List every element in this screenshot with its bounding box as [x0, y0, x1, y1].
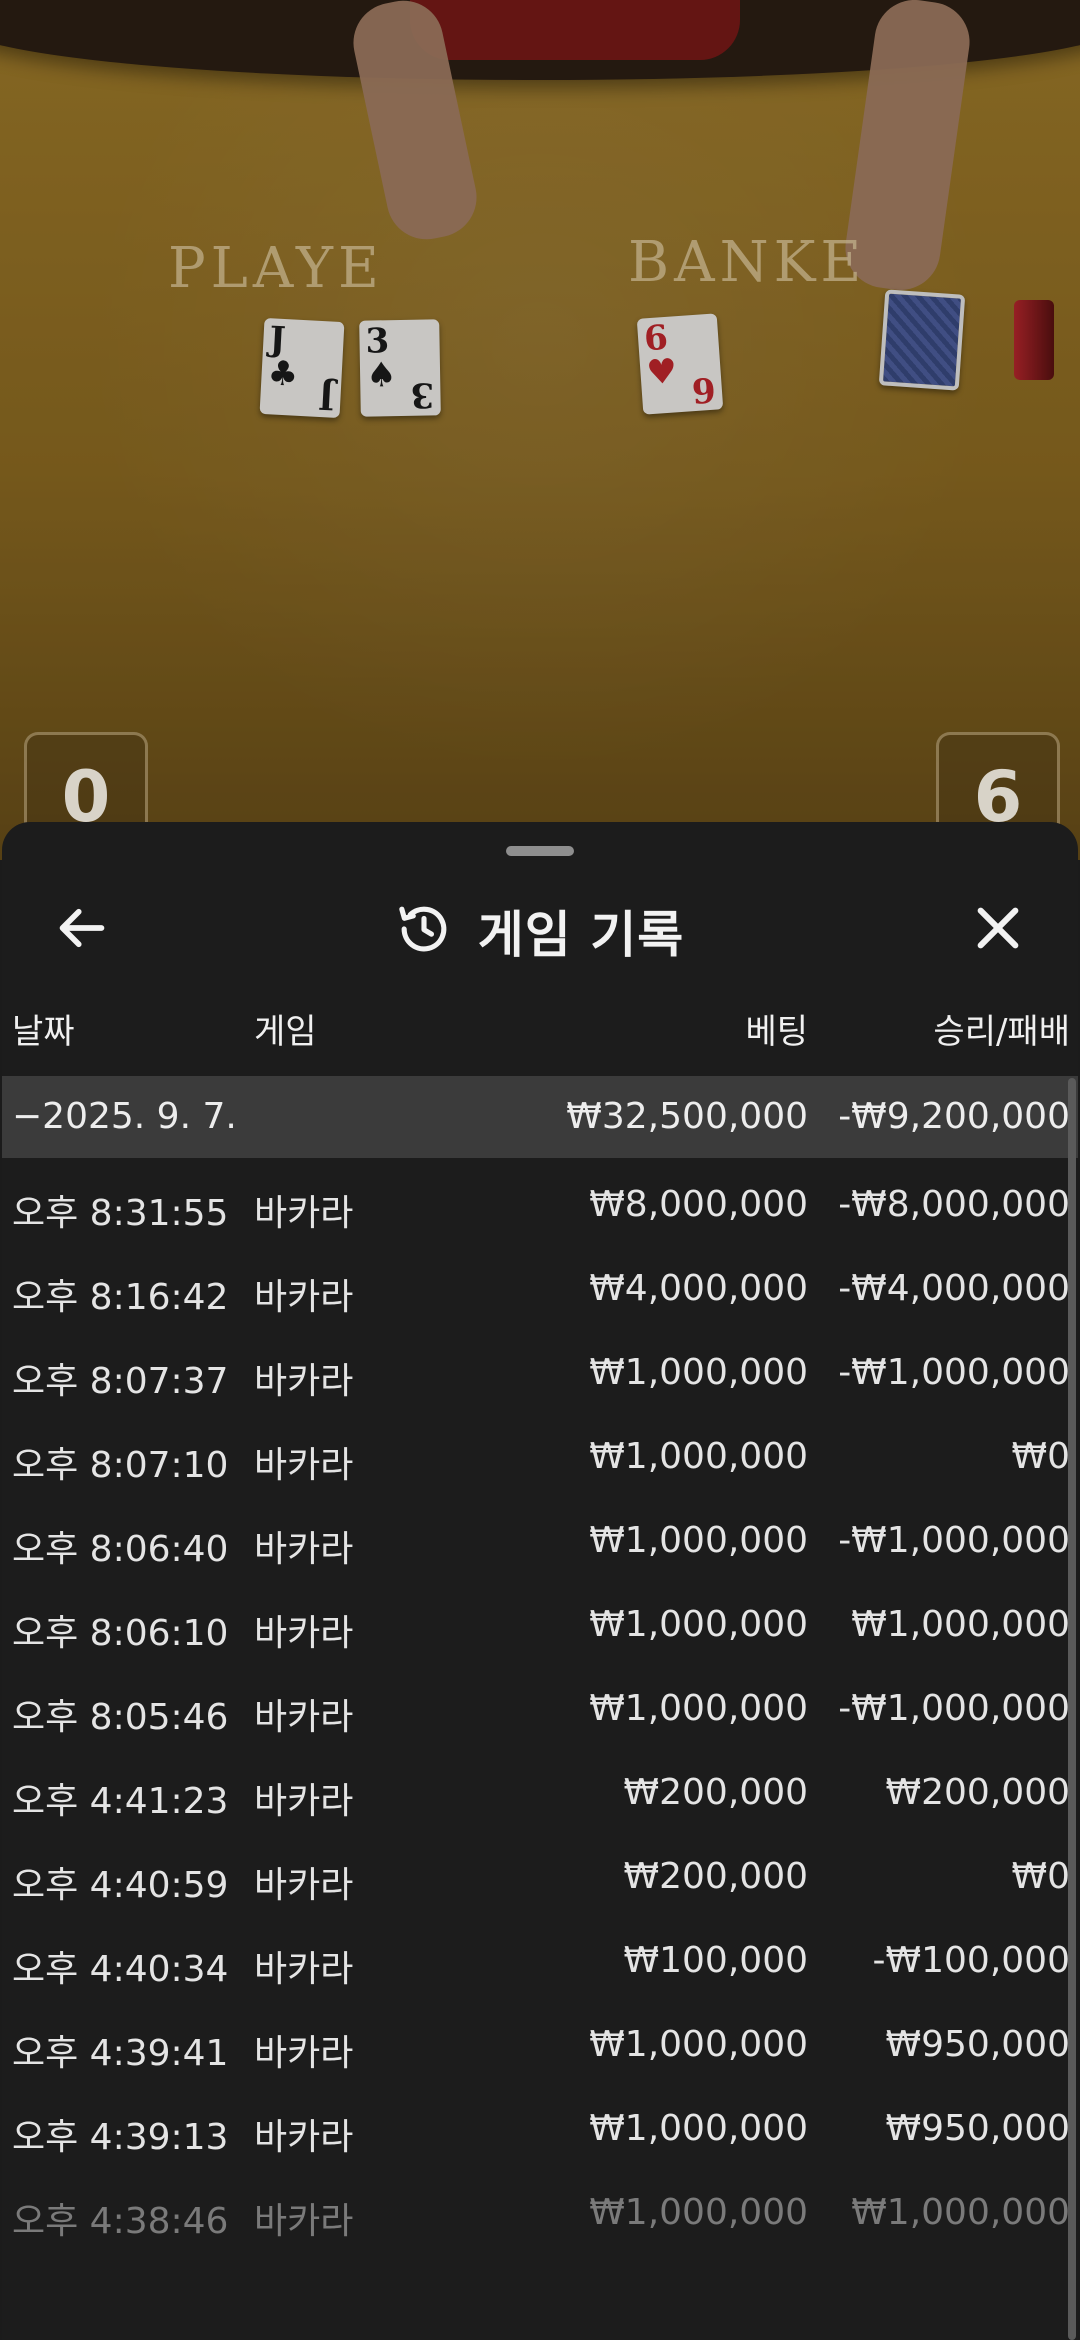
row-bet: ₩4,000,000	[589, 1268, 808, 1309]
history-icon	[396, 901, 452, 961]
row-bet: ₩8,000,000	[589, 1184, 808, 1225]
row-time: 오후 4:39:41	[12, 2033, 229, 2074]
list-fade-overlay	[2, 2252, 1078, 2340]
row-bet: ₩1,000,000	[589, 2192, 808, 2233]
table-row[interactable]: 오후 8:16:42 바카라 ₩4,000,000 -₩4,000,000	[2, 1246, 1078, 1330]
live-video-feed: PLAYE BANKE J ♣ J 3 ♠ 3 6 ♥ 6 0 6	[0, 0, 1080, 860]
day-total-result: -₩9,200,000	[838, 1096, 1070, 1137]
row-result: ₩950,000	[885, 2108, 1070, 2149]
column-header-bet[interactable]: 베팅	[745, 1004, 808, 1053]
table-row[interactable]: 오후 4:38:46 바카라 ₩1,000,000 ₩1,000,000	[2, 2170, 1078, 2254]
row-result: ₩950,000	[885, 2024, 1070, 2065]
row-game: 바카라	[254, 2117, 354, 2158]
row-game: 바카라	[254, 1613, 354, 1654]
row-bet: ₩1,000,000	[589, 1520, 808, 1561]
history-list: 오후 8:31:55 바카라 ₩8,000,000 -₩8,000,000 오후 8:1…	[2, 1162, 1078, 2254]
row-game: 바카라	[254, 1193, 354, 1234]
row-time: 오후 8:07:10	[12, 1445, 229, 1486]
row-time: 오후 8:07:37	[12, 1361, 229, 1402]
table-row[interactable]: 오후 8:31:55 바카라 ₩8,000,000 -₩8,000,000	[2, 1162, 1078, 1246]
row-game: 바카라	[254, 2033, 354, 2074]
row-result: -₩4,000,000	[838, 1268, 1070, 1309]
row-result: ₩0	[1011, 1436, 1071, 1477]
column-header-result[interactable]: 승리/패배	[933, 1004, 1070, 1053]
back-button[interactable]	[42, 890, 122, 970]
table-row[interactable]: 오후 8:06:40 바카라 ₩1,000,000 -₩1,000,000	[2, 1498, 1078, 1582]
row-game: 바카라	[254, 2201, 354, 2242]
row-time: 오후 8:06:40	[12, 1529, 229, 1570]
row-bet: ₩1,000,000	[589, 1688, 808, 1729]
row-bet: ₩1,000,000	[589, 1352, 808, 1393]
row-bet: ₩200,000	[623, 1856, 808, 1897]
video-dim-overlay	[0, 0, 1080, 860]
row-game: 바카라	[254, 1865, 354, 1906]
row-time: 오후 8:31:55	[12, 1193, 229, 1234]
day-date: −2025. 9. 7.	[12, 1096, 237, 1137]
row-time: 오후 4:40:34	[12, 1949, 229, 1990]
game-history-sheet: 게임 기록 날짜 게임 베팅 승리/패배 −2025. 9. 7. ₩32,50…	[2, 822, 1078, 2340]
column-header-game[interactable]: 게임	[254, 1004, 317, 1053]
table-row[interactable]: 오후 4:40:59 바카라 ₩200,000 ₩0	[2, 1834, 1078, 1918]
row-result: -₩100,000	[872, 1940, 1070, 1981]
row-game: 바카라	[254, 1781, 354, 1822]
row-game: 바카라	[254, 1445, 354, 1486]
row-time: 오후 4:38:46	[12, 2201, 229, 2242]
row-time: 오후 4:41:23	[12, 1781, 229, 1822]
row-time: 오후 8:06:10	[12, 1613, 229, 1654]
sheet-drag-handle[interactable]	[506, 846, 574, 856]
table-row[interactable]: 오후 8:05:46 바카라 ₩1,000,000 -₩1,000,000	[2, 1666, 1078, 1750]
row-bet: ₩1,000,000	[589, 2108, 808, 2149]
row-game: 바카라	[254, 1529, 354, 1570]
table-row[interactable]: 오후 8:07:10 바카라 ₩1,000,000 ₩0	[2, 1414, 1078, 1498]
page-title: 게임 기록	[477, 906, 685, 964]
day-total-bet: ₩32,500,000	[566, 1096, 808, 1137]
table-row[interactable]: 오후 4:41:23 바카라 ₩200,000 ₩200,000	[2, 1750, 1078, 1834]
row-time: 오후 4:39:13	[12, 2117, 229, 2158]
row-result: ₩0	[1011, 1856, 1071, 1897]
row-result: ₩200,000	[885, 1772, 1070, 1813]
row-game: 바카라	[254, 1949, 354, 1990]
day-group-header[interactable]: −2025. 9. 7. ₩32,500,000 -₩9,200,000	[2, 1076, 1078, 1158]
table-row[interactable]: 오후 4:39:41 바카라 ₩1,000,000 ₩950,000	[2, 2002, 1078, 2086]
sheet-header: 게임 기록	[2, 886, 1078, 976]
row-game: 바카라	[254, 1277, 354, 1318]
row-time: 오후 8:16:42	[12, 1277, 229, 1318]
column-header-date[interactable]: 날짜	[12, 1004, 75, 1053]
table-row[interactable]: 오후 8:06:10 바카라 ₩1,000,000 ₩1,000,000	[2, 1582, 1078, 1666]
table-header: 날짜 게임 베팅 승리/패배	[2, 1004, 1078, 1074]
row-bet: ₩100,000	[623, 1940, 808, 1981]
row-time: 오후 4:40:59	[12, 1865, 229, 1906]
row-result: -₩8,000,000	[838, 1184, 1070, 1225]
row-result: ₩1,000,000	[851, 2192, 1070, 2233]
row-bet: ₩200,000	[623, 1772, 808, 1813]
row-bet: ₩1,000,000	[589, 1436, 808, 1477]
row-result: -₩1,000,000	[838, 1520, 1070, 1561]
row-game: 바카라	[254, 1361, 354, 1402]
arrow-left-icon	[56, 902, 108, 958]
row-result: -₩1,000,000	[838, 1688, 1070, 1729]
row-result: ₩1,000,000	[851, 1604, 1070, 1645]
scrollbar[interactable]	[1068, 1078, 1076, 2340]
table-row[interactable]: 오후 8:07:37 바카라 ₩1,000,000 -₩1,000,000	[2, 1330, 1078, 1414]
row-bet: ₩1,000,000	[589, 2024, 808, 2065]
close-button[interactable]	[958, 890, 1038, 970]
row-result: -₩1,000,000	[838, 1352, 1070, 1393]
close-icon	[972, 902, 1024, 958]
table-row[interactable]: 오후 4:39:13 바카라 ₩1,000,000 ₩950,000	[2, 2086, 1078, 2170]
row-time: 오후 8:05:46	[12, 1697, 229, 1738]
row-game: 바카라	[254, 1697, 354, 1738]
table-row[interactable]: 오후 4:40:34 바카라 ₩100,000 -₩100,000	[2, 1918, 1078, 2002]
row-bet: ₩1,000,000	[589, 1604, 808, 1645]
